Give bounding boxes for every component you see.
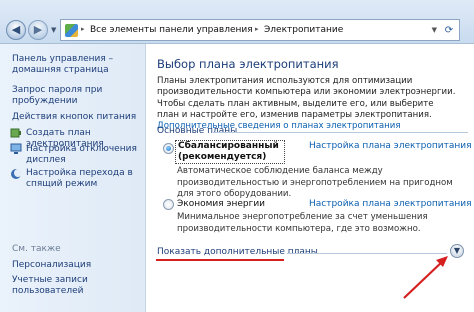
breadcrumb-all-items[interactable]: Все элементы панели управления (90, 25, 253, 35)
plan-balanced-settings-link[interactable]: Настройка плана электропитания (309, 141, 472, 151)
plan-balanced-name[interactable]: Сбалансированный (рекомендуется) (175, 140, 285, 164)
forward-button[interactable]: ▶ (28, 20, 48, 40)
sidebar-item-user-accounts[interactable]: Учетные записи пользователей (12, 275, 140, 297)
expand-button[interactable]: ▼ (450, 244, 464, 258)
see-also-heading: См. также (12, 244, 61, 254)
plan-saver-radio[interactable] (163, 199, 174, 210)
address-bar: ◀ ▶ ▼ ▸ Все элементы панели управления ▸… (0, 0, 474, 44)
control-panel-icon (65, 24, 78, 37)
power-plan-icon (10, 128, 21, 138)
section-divider (213, 132, 468, 133)
plan-saver-settings-link[interactable]: Настройка плана электропитания (309, 199, 472, 209)
breadcrumb[interactable]: ▸ Все элементы панели управления ▸ Элект… (60, 19, 460, 41)
moon-icon (11, 169, 22, 179)
annotation-underline (156, 259, 284, 261)
sidebar-item-wake-password[interactable]: Запрос пароля при пробуждении (12, 85, 140, 107)
back-button[interactable]: ◀ (6, 20, 26, 40)
sidebar-item-power-buttons[interactable]: Действия кнопок питания (12, 112, 140, 123)
arrow-right-icon: ▶ (33, 23, 43, 36)
address-dropdown[interactable]: ▼ (432, 26, 437, 34)
sidebar: Панель управления – домашняя страница За… (0, 44, 146, 312)
page-description: Планы электропитания используются для оп… (157, 76, 457, 132)
sidebar-item-home[interactable]: Панель управления – домашняя страница (12, 54, 140, 76)
sidebar-item-display-off[interactable]: Настройка отключения дисплея (26, 144, 142, 166)
show-more-plans[interactable]: Показать дополнительные планы (157, 247, 318, 257)
chevron-down-icon: ▼ (453, 246, 461, 255)
chevron-right-icon[interactable]: ▸ (81, 25, 85, 33)
description-text: Планы электропитания используются для оп… (157, 76, 456, 120)
breadcrumb-power-options[interactable]: Электропитание (264, 25, 343, 35)
recent-pages-dropdown[interactable]: ▼ (51, 26, 56, 34)
page-title: Выбор плана электропитания (157, 57, 339, 71)
section-title: Основные планы (157, 126, 238, 136)
plan-saver-name[interactable]: Экономия энергии (177, 199, 265, 210)
monitor-icon (10, 143, 22, 154)
refresh-icon[interactable]: ⟳ (442, 24, 456, 38)
plan-balanced-radio[interactable] (163, 143, 174, 154)
arrow-left-icon: ◀ (11, 23, 21, 36)
plan-saver-description: Минимальное энергопотребление за счет ум… (177, 212, 428, 234)
sidebar-item-sleep[interactable]: Настройка перехода в спящий режим (26, 168, 142, 190)
plan-balanced-description: Автоматическое соблюдение баланса между … (177, 166, 453, 199)
chevron-right-icon[interactable]: ▸ (255, 25, 259, 33)
sidebar-item-personalization[interactable]: Персонализация (12, 260, 140, 271)
annotation-arrow (403, 256, 448, 299)
